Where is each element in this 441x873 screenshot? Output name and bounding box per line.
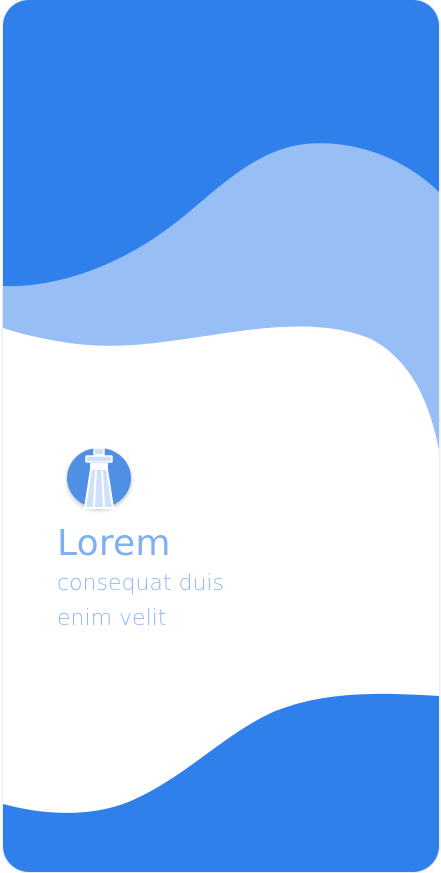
- splash-title: Lorem: [57, 523, 171, 564]
- splash-card: Lorem consequat duis enim velit: [3, 0, 439, 872]
- bottom-wave: [3, 693, 439, 872]
- splash-subtitle: consequat duis enim velit: [57, 571, 224, 631]
- lighthouse-tower-icon: [67, 438, 131, 509]
